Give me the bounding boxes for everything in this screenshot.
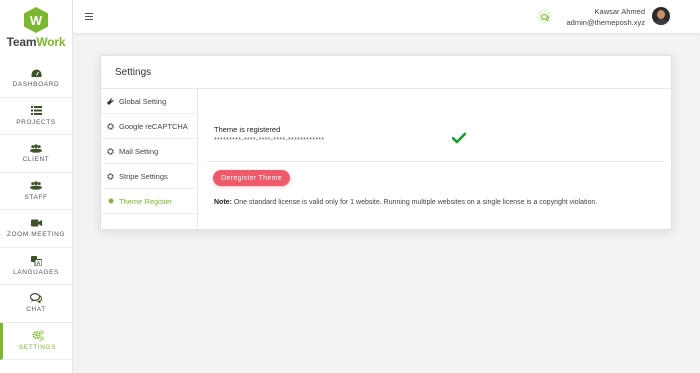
sidebar-item-languages[interactable]: A LANGUAGES — [0, 248, 72, 285]
gear-icon — [107, 122, 114, 130]
user-name: Kawsar Ahmed — [594, 7, 645, 16]
sidebar-item-label: DASHBOARD — [12, 81, 60, 89]
sidebar-item-label: ZOOM MEETING — [6, 231, 66, 239]
note-text: One standard license is valid only for 1… — [233, 199, 598, 206]
users-icon — [30, 181, 42, 191]
license-key: *********-****-****-****-************ — [214, 137, 325, 144]
settings-card: Settings Global Setting Google reCAPTCHA… — [100, 55, 672, 230]
avatar[interactable] — [652, 7, 670, 25]
settings-nav: Global Setting Google reCAPTCHA Mail Set… — [101, 89, 198, 230]
gears-icon — [32, 330, 44, 342]
card-title: Settings — [101, 56, 671, 89]
sidebar-item-client[interactable]: CLIENT — [0, 135, 72, 173]
settings-nav-label: Theme Register — [119, 196, 173, 206]
license-note: Note: One standard license is valid only… — [214, 199, 597, 206]
sidebar-item-dashboard[interactable]: DASHBOARD — [0, 60, 72, 98]
registration-status: Theme is registered — [214, 125, 281, 134]
gear-icon — [107, 172, 114, 180]
logo[interactable]: W TeamWork — [0, 0, 72, 60]
gear-icon — [107, 147, 114, 155]
settings-nav-label: Google reCAPTCHA — [119, 121, 188, 131]
logo-letter: W — [29, 12, 43, 28]
sidebar-item-zoom-meeting[interactable]: ZOOM MEETING — [0, 210, 72, 248]
video-camera-icon — [30, 218, 42, 228]
logo-text-accent: Work — [36, 35, 66, 49]
sidebar-item-label: LANGUAGES — [13, 268, 59, 276]
settings-nav-mail-setting[interactable]: Mail Setting — [101, 139, 197, 164]
sidebar: W TeamWork DASHBOARD PROJECTS CLIENT STA… — [0, 0, 73, 373]
logo-text-start: Team — [6, 35, 37, 49]
settings-nav-label: Stripe Settings — [119, 171, 168, 181]
sidebar-item-label: CLIENT — [22, 156, 50, 164]
checkmark-icon — [451, 131, 467, 145]
sidebar-item-settings[interactable]: SETTINGS — [0, 322, 72, 360]
theme-register-panel: Theme is registered *********-****-****-… — [199, 89, 673, 230]
divider — [207, 161, 665, 162]
users-icon — [30, 143, 42, 153]
logo-text: TeamWork — [7, 35, 66, 49]
top-bar: Kawsar Ahmed admin@themeposh.xyz — [73, 0, 700, 33]
settings-nav-google-recaptcha[interactable]: Google reCAPTCHA — [101, 114, 197, 139]
note-label: Note: — [214, 199, 232, 206]
sidebar-item-projects[interactable]: PROJECTS — [0, 98, 72, 135]
sidebar-item-label: CHAT — [26, 306, 46, 314]
list-icon — [30, 106, 42, 116]
logo-mark: W — [24, 7, 48, 33]
settings-nav-stripe-settings[interactable]: Stripe Settings — [101, 164, 197, 189]
settings-nav-theme-register[interactable]: Theme Register — [101, 189, 197, 214]
settings-nav-label: Mail Setting — [119, 146, 159, 156]
sidebar-item-chat[interactable]: CHAT — [0, 285, 72, 323]
settings-nav-label: Global Setting — [119, 96, 167, 106]
settings-nav-global-setting[interactable]: Global Setting — [101, 89, 197, 114]
sidebar-item-staff[interactable]: STAFF — [0, 173, 72, 210]
sidebar-item-label: STAFF — [24, 193, 48, 201]
circle-icon — [107, 198, 114, 205]
sidebar-item-label: PROJECTS — [16, 118, 56, 126]
menu-toggle-icon[interactable] — [85, 13, 93, 20]
translate-icon: A — [30, 255, 42, 266]
dashboard-icon — [30, 68, 42, 78]
sidebar-item-label: SETTINGS — [18, 343, 57, 351]
chat-icon — [30, 293, 42, 304]
deregister-theme-button[interactable]: Deregister Theme — [213, 170, 290, 186]
user-email: admin@themeposh.xyz — [566, 18, 645, 27]
wrench-icon — [107, 97, 114, 105]
svg-text:A: A — [36, 261, 40, 266]
